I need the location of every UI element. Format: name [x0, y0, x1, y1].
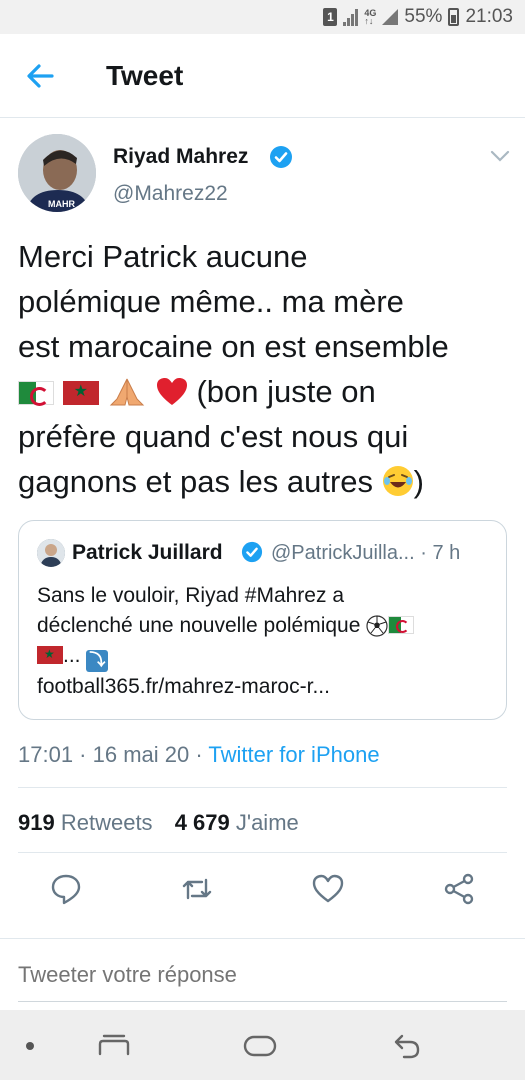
clock: 21:03 — [465, 6, 513, 27]
retweets-label: Retweets — [60, 810, 153, 835]
retweets-stat[interactable]: 919 Retweets — [18, 810, 153, 835]
likes-stat[interactable]: 4 679 J'aime — [175, 810, 299, 835]
quoted-tweet-line-text: déclenché une nouvelle polémique — [37, 614, 367, 637]
back-nav-button[interactable] — [392, 1032, 422, 1060]
red-heart-icon — [156, 378, 187, 405]
tweet-actions — [0, 868, 525, 912]
like-button[interactable] — [311, 872, 345, 906]
quoted-author-meta: @PatrickJuilla... · 7 h — [271, 542, 460, 565]
tweet-stats: 919 Retweets 4 679 J'aime — [18, 810, 315, 836]
quoted-tweet-line-text: ... — [63, 644, 87, 667]
divider — [0, 938, 525, 939]
quoted-tweet-body: Sans le vouloir, Riyad #Mahrez a déclenc… — [37, 581, 497, 702]
quoted-author-handle: @PatrickJuilla... — [271, 542, 415, 564]
sim-icon: 1 — [323, 8, 338, 26]
quoted-author-name: Patrick Juillard — [72, 541, 223, 564]
tweet-line-tail: (bon juste on — [187, 374, 376, 409]
soccer-ball-icon — [366, 615, 388, 637]
tweet-body: Merci Patrick aucune polémique même.. ma… — [18, 234, 514, 504]
avatar-image: MAHR — [18, 134, 96, 212]
tweet-line: gagnons et pas les autres ) — [18, 459, 514, 504]
verified-badge-icon — [241, 541, 263, 563]
top-app-bar: Tweet — [0, 34, 525, 118]
quoted-tweet-line: déclenché une nouvelle polémique — [37, 611, 497, 641]
down-arrow-icon: ⤵ — [86, 650, 109, 672]
author-handle: @Mahrez22 — [113, 182, 228, 205]
tweet-line: (bon juste on — [18, 369, 514, 414]
divider — [18, 787, 507, 788]
tweet-source-link[interactable]: Twitter for iPhone — [208, 742, 379, 767]
tweet-line: Merci Patrick aucune — [18, 239, 308, 274]
quoted-tweet-age: · 7 h — [420, 542, 461, 564]
network-type-icon: 4G ↑↓ — [364, 8, 377, 26]
praying-hands-icon — [110, 378, 145, 406]
battery-percent: 55% — [404, 6, 443, 27]
recent-apps-button[interactable] — [96, 1032, 132, 1058]
status-bar: 1 4G ↑↓ 55% 21:03 — [0, 0, 525, 34]
likes-label: J'aime — [235, 810, 299, 835]
tweet-timestamp: 17:01 · 16 mai 20 · — [18, 742, 209, 767]
sim-number: 1 — [327, 10, 334, 24]
back-button[interactable] — [22, 60, 58, 92]
chevron-down-icon[interactable] — [488, 146, 512, 166]
heart-icon — [312, 874, 344, 903]
tweet-line: polémique même.. ma mère — [18, 284, 404, 319]
quoted-tweet-line: ... ⤵ — [37, 641, 497, 672]
recent-apps-icon — [98, 1034, 130, 1056]
reply-underline — [18, 1001, 507, 1002]
likes-count: 4 679 — [174, 810, 230, 835]
signal-strength-icon — [382, 9, 399, 25]
share-button[interactable] — [442, 872, 476, 906]
verified-badge-icon — [270, 146, 292, 168]
reply-input[interactable] — [18, 962, 498, 988]
morocco-flag-icon — [62, 380, 99, 405]
tweet-line-end: ) — [413, 464, 424, 499]
share-icon — [444, 873, 474, 905]
nav-dot-indicator — [26, 1042, 34, 1050]
arrow-left-icon — [27, 64, 54, 88]
quoted-tweet-line: Sans le vouloir, Riyad #Mahrez a — [37, 584, 344, 607]
tweet-line: est marocaine on est ensemble — [18, 329, 449, 364]
signal-icon — [343, 8, 359, 26]
quoted-tweet-link[interactable]: football365.fr/mahrez-maroc-r... — [37, 672, 497, 702]
svg-text:MAHR: MAHR — [48, 199, 75, 209]
comment-icon — [51, 874, 81, 905]
retweet-icon — [182, 878, 212, 900]
quoted-author-avatar — [37, 539, 65, 567]
retweets-count: 919 — [18, 810, 55, 835]
page-title: Tweet — [106, 60, 184, 91]
home-icon — [243, 1035, 277, 1057]
reply-button[interactable] — [49, 872, 83, 906]
morocco-flag-icon — [37, 645, 63, 664]
avatar-image — [37, 539, 65, 567]
home-button[interactable] — [243, 1035, 277, 1057]
divider — [18, 852, 507, 853]
battery-icon — [448, 8, 460, 26]
algeria-flag-icon — [18, 381, 54, 406]
tweet-line-text: gagnons et pas les autres — [18, 464, 382, 499]
author-name[interactable]: Riyad Mahrez — [113, 145, 248, 169]
author-avatar[interactable]: MAHR — [18, 134, 96, 212]
retweet-button[interactable] — [180, 872, 214, 906]
algeria-flag-icon — [388, 616, 415, 634]
tweet-meta: 17:01 · 16 mai 20 · Twitter for iPhone — [18, 742, 380, 768]
tweet-line: préfère quand c'est nous qui — [18, 419, 409, 454]
laughing-face-icon — [382, 466, 413, 496]
back-nav-icon — [394, 1034, 420, 1059]
quoted-tweet-card[interactable]: Patrick Juillard @PatrickJuilla... · 7 h… — [18, 520, 507, 720]
system-nav-bar — [0, 1010, 525, 1080]
